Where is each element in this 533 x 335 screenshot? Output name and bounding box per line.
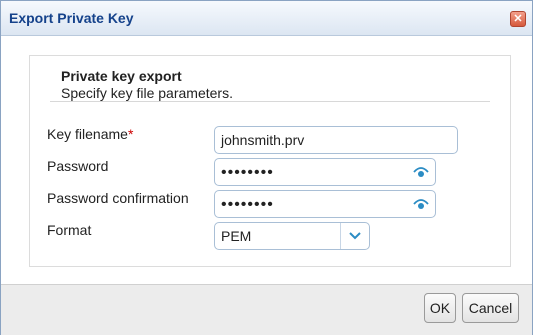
password-confirmation-value: •••••••• [221, 196, 274, 213]
format-value: PEM [221, 228, 252, 244]
cancel-button[interactable]: Cancel [462, 293, 519, 323]
format-select[interactable]: PEM [214, 222, 370, 250]
format-label: Format [47, 222, 92, 238]
section-subtitle: Specify key file parameters. [61, 85, 233, 101]
section-title: Private key export [61, 68, 182, 84]
key-filename-value: johnsmith.prv [221, 132, 305, 148]
close-icon: ✕ [513, 13, 523, 25]
ok-button[interactable]: OK [424, 293, 456, 323]
password-value: •••••••• [221, 164, 274, 181]
dialog-body: Private key export Specify key file para… [1, 36, 532, 284]
key-filename-input[interactable]: johnsmith.prv [214, 126, 458, 154]
section-divider [50, 101, 490, 102]
password-confirmation-input[interactable]: •••••••• [214, 190, 436, 218]
key-filename-label: Key filename* [47, 126, 133, 142]
password-input[interactable]: •••••••• [214, 158, 436, 186]
eye-icon[interactable] [413, 197, 429, 211]
required-mark: * [127, 126, 134, 142]
format-dropdown-toggle[interactable] [340, 223, 369, 249]
dialog-footer: OK Cancel [1, 284, 532, 335]
key-filename-label-text: Key filename [47, 126, 128, 142]
password-label: Password [47, 158, 109, 174]
dialog-title: Export Private Key [9, 10, 134, 26]
eye-icon[interactable] [413, 165, 429, 179]
close-button[interactable]: ✕ [510, 11, 526, 27]
export-private-key-dialog: Export Private Key ✕ Private key export … [0, 0, 533, 335]
password-confirmation-label: Password confirmation [47, 190, 189, 206]
chevron-down-icon [349, 232, 361, 240]
dialog-titlebar[interactable]: Export Private Key ✕ [1, 1, 532, 36]
